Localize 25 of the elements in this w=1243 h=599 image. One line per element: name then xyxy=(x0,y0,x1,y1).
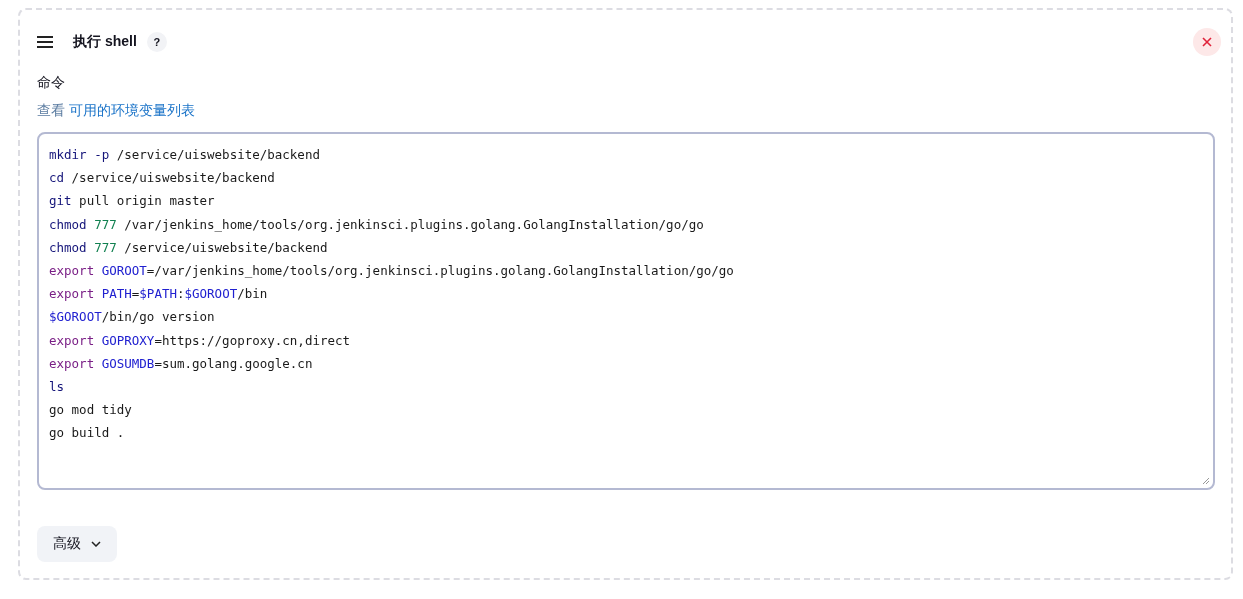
code-line: chmod 777 /var/jenkins_home/tools/org.jenkinsci.plugins.golang.GolangInstallation/go/go xyxy=(49,215,705,234)
code-line: export PATH=$PATH:$GOROOT/bin xyxy=(49,285,269,304)
code-line: ls xyxy=(49,377,66,396)
help-button[interactable]: ? xyxy=(146,32,167,52)
close-icon xyxy=(1202,37,1212,47)
code-line: git pull origin master xyxy=(49,192,216,211)
code-line: mkdir -p /service/uiswebsite/backend xyxy=(49,146,321,164)
chevron-icon xyxy=(91,541,101,547)
link-prefix: 查看 xyxy=(37,102,65,120)
code-line: $GOROOT/bin/go version xyxy=(49,308,216,327)
code-line: go mod tidy xyxy=(49,401,133,420)
close-button[interactable] xyxy=(1193,28,1221,56)
advanced-button[interactable]: 高级 xyxy=(37,526,117,562)
section-title: 执行 shell xyxy=(73,33,137,51)
menu-icon[interactable] xyxy=(37,36,53,48)
code-line: chmod 777 /service/uiswebsite/backend xyxy=(49,238,329,257)
code-line: export GOSUMDB=sum.golang.google.cn xyxy=(49,354,314,373)
code-editor[interactable] xyxy=(37,132,1215,490)
resize-handle-icon[interactable] xyxy=(1202,477,1210,485)
code-line: export GOPROXY=https://goproxy.cn,direct xyxy=(49,331,352,350)
code-line: cd /service/uiswebsite/backend xyxy=(49,169,276,188)
code-line: go build . xyxy=(49,424,126,443)
field-label: 命令 xyxy=(37,74,66,92)
code-line: export GOROOT=/var/jenkins_home/tools/org.jenkinsci.plugins.golang.GolangInstallation/go/go xyxy=(49,261,735,280)
env-vars-link[interactable]: 可用的环境变量列表 xyxy=(69,102,195,120)
